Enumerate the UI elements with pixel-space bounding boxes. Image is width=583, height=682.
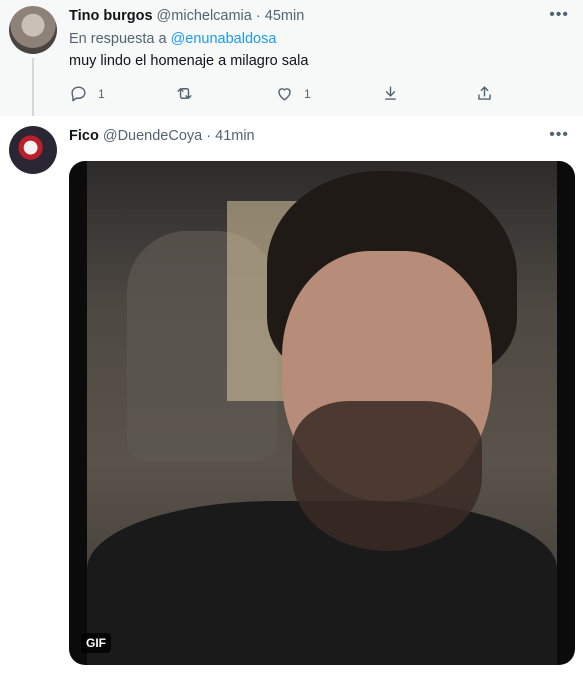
more-icon[interactable]: •••: [549, 6, 569, 24]
beard: [292, 401, 482, 551]
retweet-icon: [177, 88, 192, 99]
reply-context: En respuesta a @enunabaldosa: [69, 31, 276, 47]
display-name[interactable]: Fico: [69, 128, 99, 144]
reply-prefix: En respuesta a: [69, 31, 167, 47]
reply-icon: [71, 86, 86, 102]
share-icon: [478, 86, 491, 100]
tweet-actions-partial: [69, 673, 509, 682]
tweet-header: Fico @DuendeCoya · 41min: [69, 128, 255, 144]
more-icon[interactable]: •••: [549, 126, 569, 144]
bookmark-icon: [385, 86, 396, 100]
gif-frame: [87, 161, 557, 665]
timestamp[interactable]: 41min: [215, 128, 255, 144]
retweet-button[interactable]: [175, 84, 204, 103]
handle[interactable]: @michelcamia: [157, 8, 252, 24]
gif-badge: GIF: [81, 633, 111, 653]
like-count: 1: [304, 86, 311, 101]
tweet-actions: 1 1: [69, 84, 509, 104]
avatar[interactable]: [9, 6, 57, 54]
reply-button[interactable]: 1: [69, 84, 105, 103]
timestamp[interactable]: 45min: [265, 8, 305, 24]
tweet[interactable]: Fico @DuendeCoya · 41min ••• GIF: [0, 116, 583, 682]
display-name[interactable]: Tino burgos: [69, 8, 153, 24]
bookmark-button[interactable]: [381, 84, 400, 103]
share-button[interactable]: [475, 84, 494, 103]
thread-connector: [32, 58, 34, 124]
tweet-header: Tino burgos @michelcamia · 45min: [69, 8, 304, 24]
tweet-text: muy lindo el homenaje a milagro sala: [69, 53, 309, 69]
like-icon: [278, 88, 291, 101]
like-button[interactable]: 1: [275, 84, 311, 103]
avatar[interactable]: [9, 126, 57, 174]
reply-mention-link[interactable]: @enunabaldosa: [171, 31, 277, 47]
separator: ·: [255, 8, 261, 24]
handle[interactable]: @DuendeCoya: [103, 128, 202, 144]
separator: ·: [206, 128, 212, 144]
gif-media[interactable]: GIF: [69, 161, 575, 665]
tweet-reply[interactable]: Tino burgos @michelcamia · 45min ••• En …: [0, 0, 583, 124]
reply-count: 1: [98, 86, 105, 101]
